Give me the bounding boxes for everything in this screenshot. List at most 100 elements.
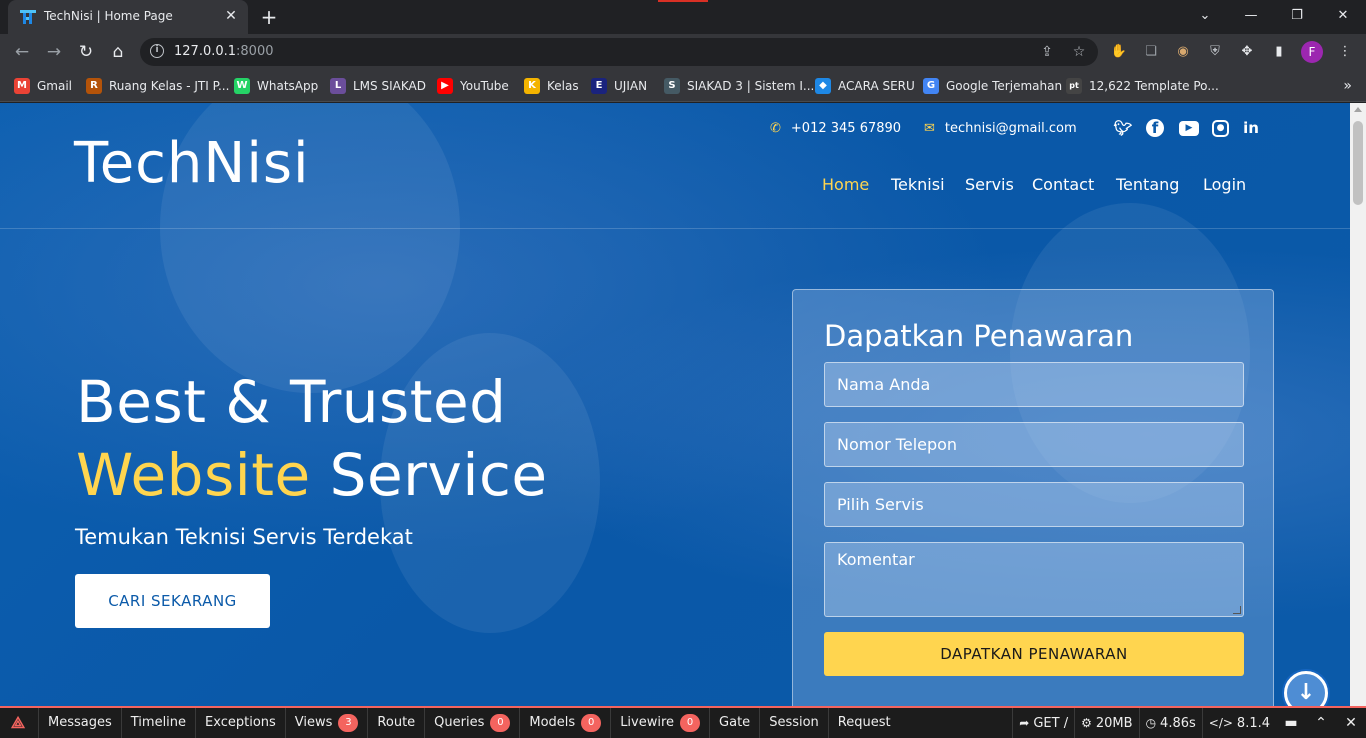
- profile-avatar[interactable]: F: [1301, 41, 1323, 63]
- site-info-icon[interactable]: i: [150, 44, 164, 58]
- kelas-icon: K: [524, 78, 540, 94]
- request-duration: ◷ 4.86s: [1138, 708, 1202, 738]
- servis-select[interactable]: Pilih Servis: [824, 482, 1244, 527]
- page-viewport: TechNisi ✆ +012 345 67890 ✉ technisi@gma…: [0, 103, 1350, 706]
- debugbar-tab-gate[interactable]: Gate: [709, 708, 759, 738]
- cari-sekarang-button[interactable]: CARI SEKARANG: [75, 574, 270, 628]
- cogs-icon: ⚙: [1081, 716, 1092, 730]
- debugbar-tab-request[interactable]: Request: [827, 708, 900, 738]
- minimize-icon[interactable]: —: [1240, 6, 1262, 26]
- bookmark-ruang-kelas[interactable]: R Ruang Kelas - JTI P...: [86, 77, 229, 95]
- acara-icon: ◆: [815, 78, 831, 94]
- youtube-icon: ▶: [437, 78, 453, 94]
- tab-title: TechNisi | Home Page: [44, 9, 173, 23]
- bookmark-whatsapp[interactable]: W WhatsApp: [234, 77, 318, 95]
- copy-extension-icon[interactable]: ❏: [1140, 41, 1162, 63]
- debugbar-tab-queries[interactable]: Queries 0: [424, 708, 519, 738]
- translate-icon: G: [923, 78, 939, 94]
- debugbar-tab-exceptions[interactable]: Exceptions: [195, 708, 285, 738]
- browser-menu-icon[interactable]: ⋮: [1334, 41, 1356, 63]
- bookmark-gmail[interactable]: M Gmail: [14, 77, 72, 95]
- brand-logo[interactable]: TechNisi: [74, 131, 310, 196]
- reload-icon[interactable]: ↻: [74, 40, 98, 64]
- twitter-icon[interactable]: 🐦︎: [1113, 118, 1133, 138]
- debugbar-tab-messages[interactable]: Messages: [38, 708, 121, 738]
- envelope-icon: ✉: [924, 121, 935, 136]
- queries-count-badge: 0: [490, 714, 511, 732]
- phone-icon: ✆: [770, 121, 781, 136]
- komentar-textarea[interactable]: Komentar: [824, 542, 1244, 617]
- gmail-icon: M: [14, 78, 30, 94]
- bookmark-ujian[interactable]: E UJIAN: [591, 77, 647, 95]
- bookmarks-overflow-icon[interactable]: »: [1343, 78, 1352, 94]
- linkedin-icon[interactable]: in: [1241, 118, 1261, 138]
- extensions-puzzle-icon[interactable]: ✥: [1236, 41, 1258, 63]
- open-folder-icon[interactable]: ▬: [1276, 708, 1306, 738]
- bookmark-lms-siakad[interactable]: L LMS SIAKAD: [330, 77, 426, 95]
- reader-extension-icon[interactable]: ◉: [1172, 41, 1194, 63]
- forward-icon[interactable]: →: [42, 40, 66, 64]
- debugbar-tab-livewire[interactable]: Livewire 0: [610, 708, 709, 738]
- debugbar-tab-route[interactable]: Route: [367, 708, 424, 738]
- window-close-icon[interactable]: ✕: [1332, 6, 1354, 26]
- bookmark-star-icon[interactable]: ☆: [1070, 43, 1088, 61]
- home-icon[interactable]: ⌂: [106, 40, 130, 64]
- scrollbar-thumb[interactable]: [1353, 121, 1363, 205]
- side-panel-icon[interactable]: ▮: [1268, 41, 1290, 63]
- page-scrollbar[interactable]: [1350, 103, 1366, 706]
- nama-input[interactable]: Nama Anda: [824, 362, 1244, 407]
- whatsapp-icon: W: [234, 78, 250, 94]
- tab-search-icon[interactable]: ⌄: [1194, 6, 1216, 26]
- memory-usage: ⚙ 20MB: [1074, 708, 1138, 738]
- clock-icon: ◷: [1145, 716, 1157, 730]
- nav-login[interactable]: Login: [1203, 175, 1246, 194]
- shield-extension-icon[interactable]: ⛨: [1204, 41, 1226, 63]
- debugbar-tab-timeline[interactable]: Timeline: [120, 708, 195, 738]
- browser-tab[interactable]: TechNisi | Home Page ✕: [8, 0, 248, 34]
- url-text[interactable]: 127.0.0.1:8000: [174, 44, 274, 59]
- bookmark-kelas[interactable]: K Kelas: [524, 77, 579, 95]
- debugbar-tabs: Messages Timeline Exceptions Views 3 Rout…: [38, 708, 900, 738]
- new-tab-button[interactable]: +: [258, 6, 280, 28]
- models-count-badge: 0: [581, 714, 602, 732]
- nav-tentang[interactable]: Tentang: [1116, 175, 1179, 194]
- debugbar-tab-views[interactable]: Views 3: [284, 708, 368, 738]
- nav-contact[interactable]: Contact: [1032, 175, 1094, 194]
- share-arrow-icon: ➦: [1019, 716, 1030, 730]
- instagram-icon[interactable]: ●: [1212, 120, 1229, 137]
- resize-grip-icon[interactable]: [1233, 606, 1241, 614]
- bookmark-youtube[interactable]: ▶ YouTube: [437, 77, 509, 95]
- nav-home[interactable]: Home: [822, 175, 869, 194]
- pt-icon: pt: [1066, 78, 1082, 94]
- php-version: </> 8.1.4: [1201, 708, 1276, 738]
- facebook-icon[interactable]: f: [1146, 119, 1164, 137]
- scroll-down-arrow-icon[interactable]: ↓: [1284, 671, 1328, 706]
- adblock-extension-icon[interactable]: ✋: [1108, 41, 1130, 63]
- bookmark-template-po[interactable]: pt 12,622 Template Po...: [1066, 77, 1219, 95]
- debugbar-close-icon[interactable]: ✕: [1336, 708, 1366, 738]
- address-bar[interactable]: i 127.0.0.1:8000 ⇪ ☆: [140, 38, 1098, 66]
- bookmark-google-terjemahan[interactable]: G Google Terjemahan: [923, 77, 1062, 95]
- scroll-up-arrow-icon[interactable]: [1354, 107, 1362, 112]
- header-phone: ✆ +012 345 67890: [770, 121, 902, 136]
- nav-teknisi[interactable]: Teknisi: [891, 175, 945, 194]
- debugbar-tab-models[interactable]: Models 0: [519, 708, 610, 738]
- share-icon[interactable]: ⇪: [1038, 43, 1056, 61]
- dapatkan-penawaran-button[interactable]: DAPATKAN PENAWARAN: [824, 632, 1244, 676]
- hero-title-line-1: Best & Trusted: [76, 368, 507, 436]
- laravel-debugbar: ⟁ Messages Timeline Exceptions Views 3 Ro…: [0, 706, 1366, 738]
- request-method[interactable]: ➦ GET /: [1012, 708, 1074, 738]
- back-icon[interactable]: ←: [10, 40, 34, 64]
- tab-close-icon[interactable]: ✕: [222, 7, 240, 25]
- bookmark-acara-seru[interactable]: ◆ ACARA SERU: [815, 77, 915, 95]
- restore-icon[interactable]: ❐: [1286, 6, 1308, 26]
- maximize-chevron-icon[interactable]: ⌃: [1306, 708, 1336, 738]
- bookmark-siakad-3[interactable]: S SIAKAD 3 | Sistem I...: [664, 77, 814, 95]
- debugbar-tab-session[interactable]: Session: [759, 708, 828, 738]
- youtube-social-icon[interactable]: ▶: [1179, 121, 1199, 136]
- technisi-favicon-icon: [20, 10, 36, 24]
- laravel-logo-icon[interactable]: ⟁: [6, 712, 30, 734]
- telepon-input[interactable]: Nomor Telepon: [824, 422, 1244, 467]
- hero-subtitle: Temukan Teknisi Servis Terdekat: [75, 525, 413, 549]
- nav-servis[interactable]: Servis: [965, 175, 1014, 194]
